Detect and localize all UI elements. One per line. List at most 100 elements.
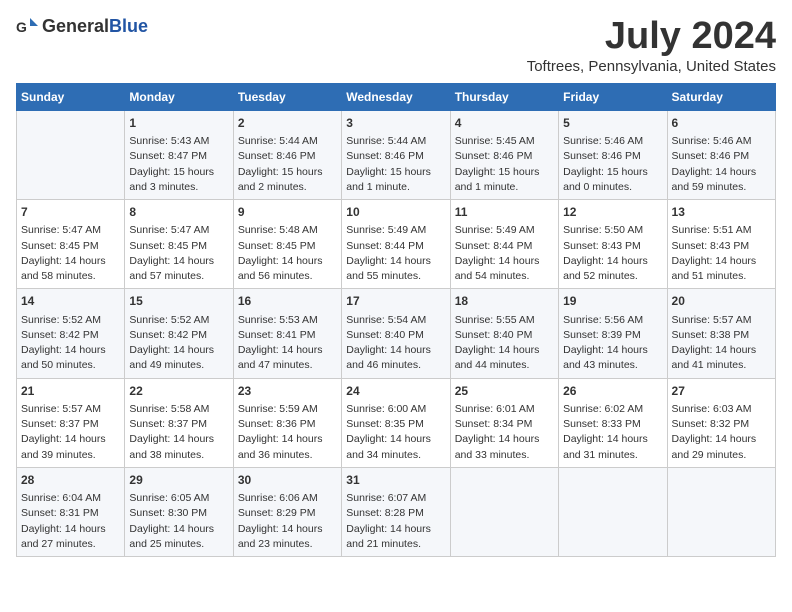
calendar-cell: 8Sunrise: 5:47 AMSunset: 8:45 PMDaylight…: [125, 200, 233, 289]
day-info-line: Daylight: 14 hours: [563, 254, 662, 269]
weekday-header-row: SundayMondayTuesdayWednesdayThursdayFrid…: [17, 83, 776, 110]
calendar-cell: 1Sunrise: 5:43 AMSunset: 8:47 PMDaylight…: [125, 110, 233, 199]
weekday-header-wednesday: Wednesday: [342, 83, 450, 110]
day-info-line: Sunrise: 6:05 AM: [129, 491, 228, 506]
day-info-line: Sunrise: 5:53 AM: [238, 313, 337, 328]
day-info-line: Sunrise: 5:44 AM: [346, 134, 445, 149]
day-info-line: Sunset: 8:40 PM: [455, 328, 554, 343]
day-info-line: Sunrise: 5:45 AM: [455, 134, 554, 149]
day-info-line: Sunrise: 5:55 AM: [455, 313, 554, 328]
calendar-cell: 10Sunrise: 5:49 AMSunset: 8:44 PMDayligh…: [342, 200, 450, 289]
day-info-line: Daylight: 14 hours: [238, 522, 337, 537]
day-info-line: Daylight: 14 hours: [455, 343, 554, 358]
day-info-line: and 34 minutes.: [346, 448, 445, 463]
day-number: 4: [455, 115, 554, 132]
calendar-table: SundayMondayTuesdayWednesdayThursdayFrid…: [16, 83, 776, 557]
day-info-line: Daylight: 14 hours: [129, 254, 228, 269]
day-info-line: Sunset: 8:31 PM: [21, 506, 120, 521]
day-info-line: Sunset: 8:28 PM: [346, 506, 445, 521]
calendar-cell: 12Sunrise: 5:50 AMSunset: 8:43 PMDayligh…: [559, 200, 667, 289]
day-info-line: Sunrise: 5:59 AM: [238, 402, 337, 417]
day-info-line: Sunset: 8:43 PM: [563, 239, 662, 254]
calendar-cell: 11Sunrise: 5:49 AMSunset: 8:44 PMDayligh…: [450, 200, 558, 289]
day-info-line: Sunset: 8:41 PM: [238, 328, 337, 343]
day-info-line: Daylight: 14 hours: [129, 522, 228, 537]
day-number: 31: [346, 472, 445, 489]
day-info-line: Sunrise: 5:43 AM: [129, 134, 228, 149]
day-number: 25: [455, 383, 554, 400]
day-info-line: Sunrise: 6:04 AM: [21, 491, 120, 506]
day-info-line: Sunrise: 5:50 AM: [563, 223, 662, 238]
day-info-line: and 3 minutes.: [129, 180, 228, 195]
day-info-line: Daylight: 14 hours: [21, 432, 120, 447]
day-info-line: Sunrise: 5:46 AM: [563, 134, 662, 149]
day-info-line: Sunset: 8:46 PM: [238, 149, 337, 164]
day-info-line: and 39 minutes.: [21, 448, 120, 463]
calendar-cell: 24Sunrise: 6:00 AMSunset: 8:35 PMDayligh…: [342, 378, 450, 467]
weekday-header-thursday: Thursday: [450, 83, 558, 110]
day-number: 19: [563, 293, 662, 310]
weekday-header-friday: Friday: [559, 83, 667, 110]
day-number: 14: [21, 293, 120, 310]
calendar-cell: 17Sunrise: 5:54 AMSunset: 8:40 PMDayligh…: [342, 289, 450, 378]
day-info-line: Sunset: 8:29 PM: [238, 506, 337, 521]
day-info-line: Sunset: 8:43 PM: [672, 239, 771, 254]
day-info-line: and 0 minutes.: [563, 180, 662, 195]
day-info-line: Daylight: 14 hours: [672, 432, 771, 447]
day-info-line: and 43 minutes.: [563, 358, 662, 373]
day-info-line: and 1 minute.: [346, 180, 445, 195]
day-info-line: Daylight: 14 hours: [672, 254, 771, 269]
day-info-line: Sunset: 8:37 PM: [129, 417, 228, 432]
calendar-cell: 9Sunrise: 5:48 AMSunset: 8:45 PMDaylight…: [233, 200, 341, 289]
day-info-line: Daylight: 14 hours: [346, 343, 445, 358]
day-info-line: Daylight: 14 hours: [672, 165, 771, 180]
day-info-line: and 2 minutes.: [238, 180, 337, 195]
day-number: 8: [129, 204, 228, 221]
calendar-cell: 13Sunrise: 5:51 AMSunset: 8:43 PMDayligh…: [667, 200, 775, 289]
day-info-line: and 58 minutes.: [21, 269, 120, 284]
day-info-line: Daylight: 14 hours: [346, 432, 445, 447]
day-info-line: and 49 minutes.: [129, 358, 228, 373]
day-number: 11: [455, 204, 554, 221]
day-info-line: Sunset: 8:36 PM: [238, 417, 337, 432]
weekday-header-monday: Monday: [125, 83, 233, 110]
day-info-line: Daylight: 14 hours: [238, 343, 337, 358]
day-number: 27: [672, 383, 771, 400]
day-number: 20: [672, 293, 771, 310]
day-info-line: and 38 minutes.: [129, 448, 228, 463]
day-info-line: Sunset: 8:46 PM: [346, 149, 445, 164]
day-info-line: Daylight: 15 hours: [455, 165, 554, 180]
day-info-line: Sunset: 8:47 PM: [129, 149, 228, 164]
title-block: July 2024 Toftrees, Pennsylvania, United…: [527, 16, 776, 75]
day-number: 1: [129, 115, 228, 132]
page-header: G GeneralBlue July 2024 Toftrees, Pennsy…: [16, 16, 776, 75]
day-info-line: Sunrise: 5:58 AM: [129, 402, 228, 417]
day-info-line: and 41 minutes.: [672, 358, 771, 373]
day-number: 26: [563, 383, 662, 400]
day-info-line: Daylight: 14 hours: [21, 254, 120, 269]
day-info-line: Daylight: 14 hours: [346, 522, 445, 537]
day-info-line: Sunrise: 5:51 AM: [672, 223, 771, 238]
calendar-week-row: 28Sunrise: 6:04 AMSunset: 8:31 PMDayligh…: [17, 467, 776, 556]
logo-text-blue: Blue: [109, 16, 148, 36]
calendar-cell: 4Sunrise: 5:45 AMSunset: 8:46 PMDaylight…: [450, 110, 558, 199]
day-info-line: Daylight: 15 hours: [346, 165, 445, 180]
day-info-line: Daylight: 15 hours: [563, 165, 662, 180]
day-info-line: Daylight: 14 hours: [21, 343, 120, 358]
day-info-line: and 51 minutes.: [672, 269, 771, 284]
day-number: 5: [563, 115, 662, 132]
logo-text-general: General: [42, 16, 109, 36]
day-info-line: Sunset: 8:40 PM: [346, 328, 445, 343]
day-info-line: and 1 minute.: [455, 180, 554, 195]
day-info-line: Sunset: 8:44 PM: [346, 239, 445, 254]
day-info-line: Daylight: 14 hours: [21, 522, 120, 537]
day-number: 29: [129, 472, 228, 489]
day-info-line: and 59 minutes.: [672, 180, 771, 195]
day-info-line: and 23 minutes.: [238, 537, 337, 552]
day-number: 6: [672, 115, 771, 132]
day-number: 15: [129, 293, 228, 310]
calendar-cell: 27Sunrise: 6:03 AMSunset: 8:32 PMDayligh…: [667, 378, 775, 467]
calendar-cell: [17, 110, 125, 199]
calendar-cell: 28Sunrise: 6:04 AMSunset: 8:31 PMDayligh…: [17, 467, 125, 556]
calendar-cell: 26Sunrise: 6:02 AMSunset: 8:33 PMDayligh…: [559, 378, 667, 467]
